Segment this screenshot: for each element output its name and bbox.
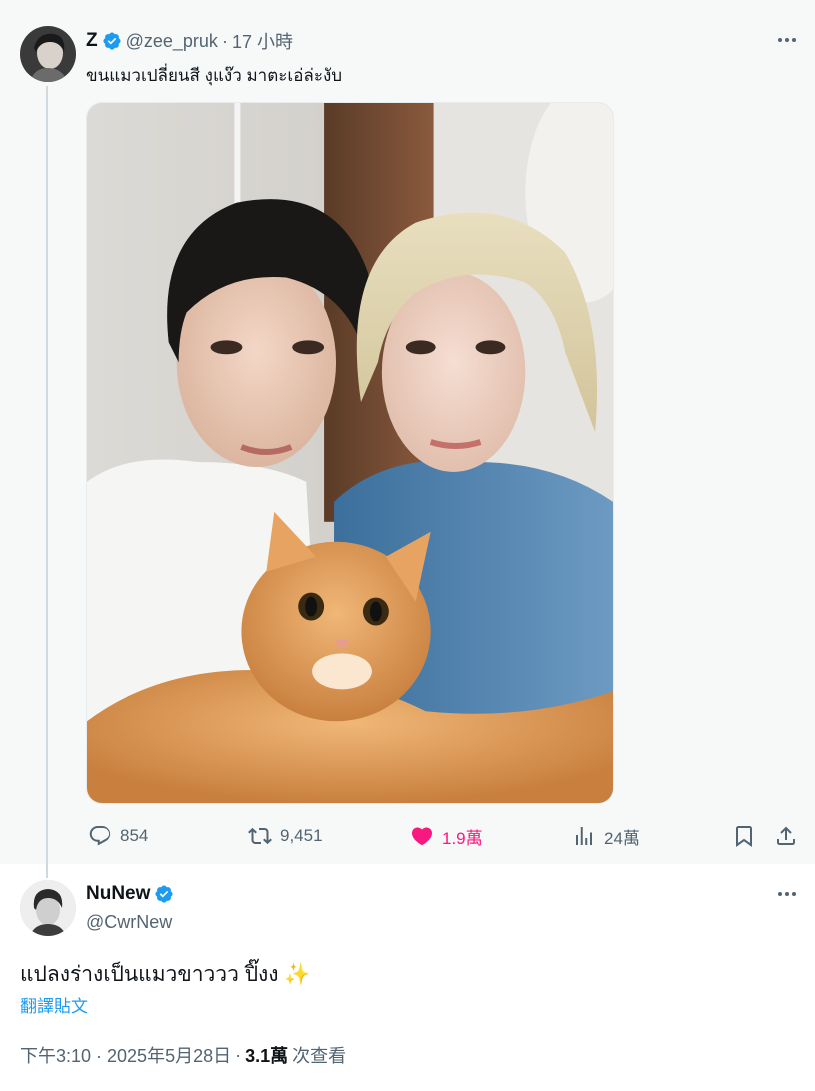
views-label: 次查看	[292, 1046, 347, 1066]
translate-post-link[interactable]: 翻譯貼文	[20, 992, 88, 1017]
parent-tweet-text: ขนแมวเปลี่ยนสี งุแง๊ว มาตะเอ่ล่ะงับ	[86, 66, 343, 85]
parent-author-avatar[interactable]	[20, 26, 76, 82]
parent-action-bar: 854 9,451 1.9萬 24萬	[86, 820, 801, 852]
tweet-timestamp[interactable]: 下午3:10 · 2025年5月28日	[20, 1042, 231, 1068]
more-icon[interactable]	[775, 882, 799, 906]
retweet-count: 9,451	[280, 826, 323, 845]
bookmark-icon	[732, 824, 756, 848]
views-count: 24萬	[604, 828, 640, 848]
parent-author-name[interactable]: Z	[86, 30, 98, 52]
main-author-row: NuNew	[86, 883, 174, 905]
verified-badge-icon	[102, 31, 122, 51]
views-count: 3.1萬	[245, 1046, 289, 1066]
main-author-avatar[interactable]	[20, 880, 76, 936]
retweet-icon	[248, 824, 272, 848]
more-icon[interactable]	[775, 28, 799, 52]
views-icon	[572, 824, 596, 848]
reply-button[interactable]: 854	[88, 820, 148, 852]
reply-icon	[88, 824, 112, 848]
main-author-handle[interactable]: @CwrNew	[86, 912, 172, 933]
tweet-meta-row: 下午3:10 · 2025年5月28日 · 3.1萬 次查看	[20, 1042, 346, 1068]
verified-badge-icon	[154, 884, 174, 904]
bookmark-button[interactable]	[732, 820, 756, 852]
like-button[interactable]: 1.9萬	[410, 820, 483, 852]
tweet-photo[interactable]	[86, 102, 614, 804]
separator-dot: ·	[221, 30, 228, 51]
main-tweet-text: แปลงร่างเป็นแมวขาววว ปิ๊งง ✨	[20, 963, 311, 986]
retweet-button[interactable]: 9,451	[248, 820, 323, 852]
parent-author-handle[interactable]: @zee_pruk	[126, 31, 218, 52]
parent-tweet[interactable]: Z @zee_pruk · 17 小時 ขนแมวเปลี่ยนสี งุแง๊…	[0, 0, 815, 864]
separator-dot: ·	[235, 1044, 242, 1065]
share-button[interactable]	[774, 820, 798, 852]
like-count: 1.9萬	[442, 828, 483, 848]
parent-author-row: Z @zee_pruk · 17 小時	[86, 28, 293, 54]
parent-timestamp[interactable]: 17 小時	[232, 28, 293, 54]
main-author-name[interactable]: NuNew	[86, 883, 150, 905]
heart-icon	[410, 824, 434, 848]
thread-connector-line	[46, 86, 48, 878]
reply-count: 854	[120, 826, 149, 845]
views-button[interactable]: 24萬	[572, 820, 640, 852]
share-icon	[774, 824, 798, 848]
